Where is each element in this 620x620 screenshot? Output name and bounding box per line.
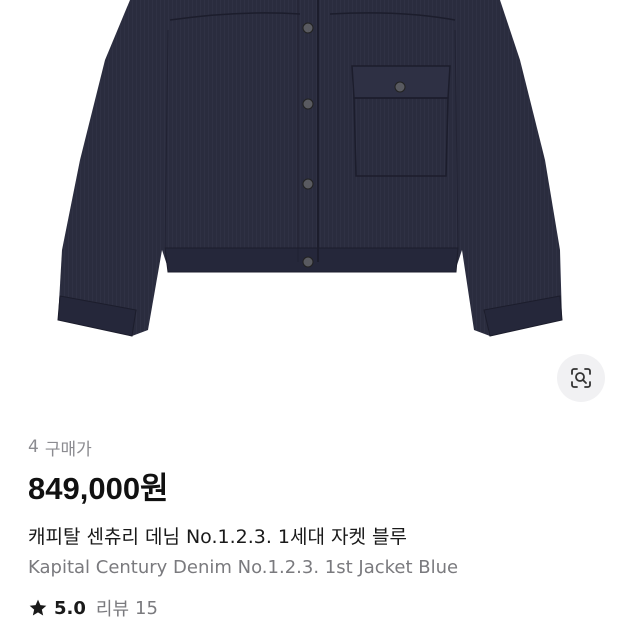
product-price: 849,000원: [28, 471, 169, 506]
purchase-label-text: 구매가: [44, 439, 92, 460]
rating-value: 5.0: [54, 597, 86, 619]
image-search-button[interactable]: [557, 354, 605, 402]
review-count: 15: [135, 597, 158, 619]
product-image[interactable]: [0, 0, 620, 420]
purchase-count: 4: [28, 437, 39, 457]
jacket-illustration: [57, 0, 563, 337]
image-search-icon: [571, 368, 591, 388]
star-icon: [29, 599, 47, 616]
rating-row[interactable]: 5.0 리뷰 15: [28, 594, 600, 620]
review-label: 리뷰: [95, 599, 130, 620]
product-title-korean: 캐피탈 센츄리 데님 No.1.2.3. 1세대 자켓 블루: [28, 526, 407, 548]
product-title-english: Kapital Century Denim No.1.2.3. 1st Jack…: [28, 557, 459, 578]
purchase-price-label: 4 구매가: [28, 434, 600, 460]
product-info: 4 구매가 849,000원 캐피탈 센츄리 데님 No.1.2.3. 1세대 …: [28, 434, 600, 620]
